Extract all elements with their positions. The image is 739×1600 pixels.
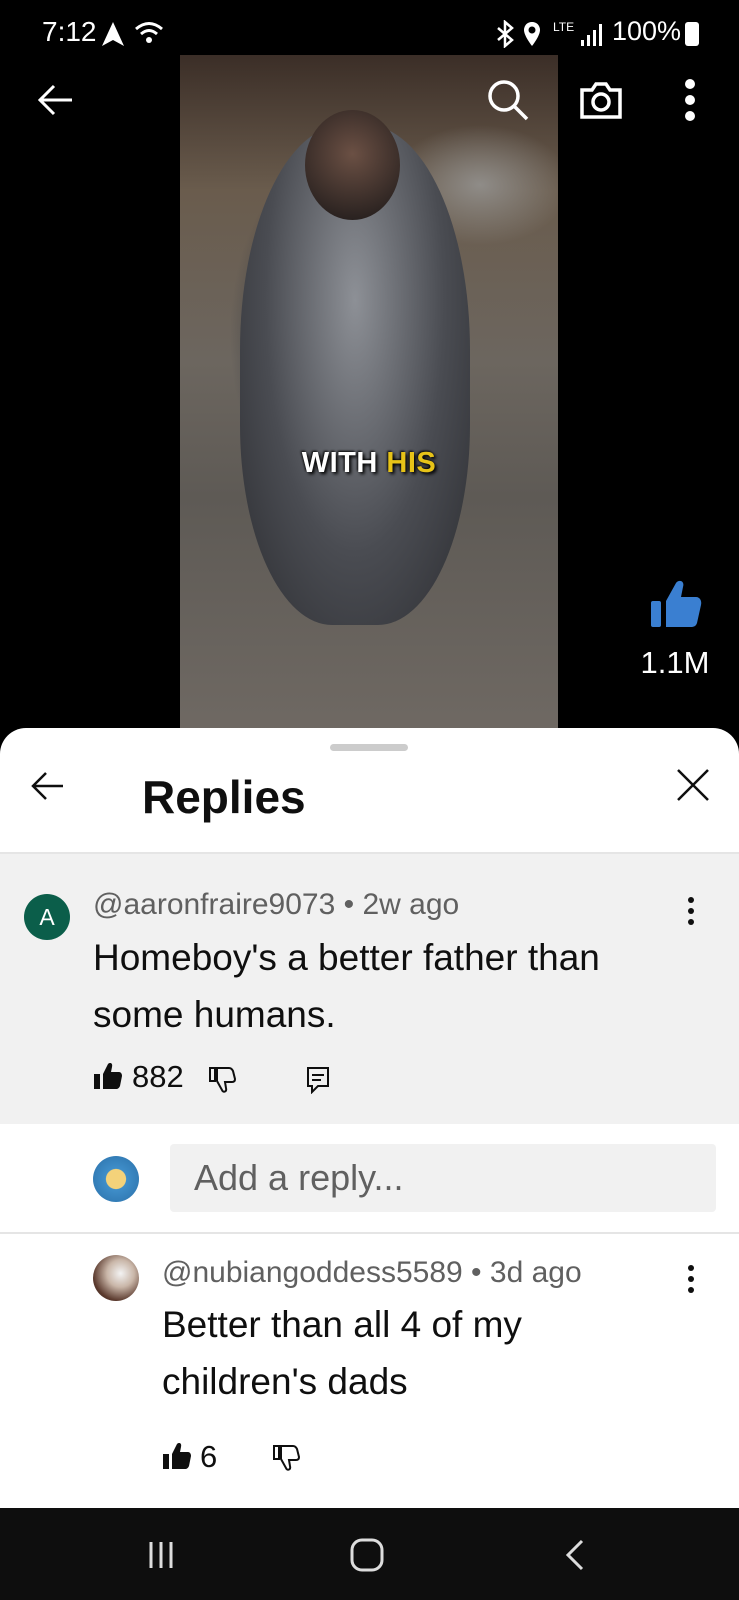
replies-sheet: Replies A @aaronfraire9073 • 2w ago Home… bbox=[0, 728, 739, 1508]
navigation-arrow-icon bbox=[102, 22, 124, 46]
status-bar: 7:12 LTE 100% bbox=[0, 0, 739, 60]
add-reply-input[interactable]: Add a reply... bbox=[170, 1144, 716, 1212]
drag-handle[interactable] bbox=[330, 744, 408, 751]
video-like-count: 1.1M bbox=[640, 645, 710, 680]
back-arrow-icon[interactable] bbox=[30, 768, 66, 804]
back-icon[interactable] bbox=[564, 1538, 586, 1572]
comment-text-line: some humans. bbox=[93, 994, 336, 1035]
like-icon[interactable] bbox=[648, 575, 704, 631]
home-icon[interactable] bbox=[350, 1538, 384, 1572]
search-icon[interactable] bbox=[486, 78, 530, 122]
comment-text: Homeboy's a better father than some huma… bbox=[93, 929, 693, 1043]
dislike-icon[interactable] bbox=[208, 1066, 236, 1094]
wifi-icon bbox=[135, 22, 163, 43]
caption-word: WITH bbox=[301, 447, 378, 479]
bluetooth-icon bbox=[497, 20, 514, 48]
current-user-avatar[interactable] bbox=[93, 1156, 139, 1202]
reply-text-line: children's dads bbox=[162, 1361, 408, 1402]
camera-icon[interactable] bbox=[578, 80, 624, 120]
reply-age: 3d ago bbox=[489, 1256, 582, 1289]
like-count: 6 bbox=[200, 1439, 218, 1474]
meta-separator: • bbox=[343, 888, 363, 921]
reply-text-line: Better than all 4 of my bbox=[162, 1304, 522, 1345]
more-options-icon[interactable] bbox=[686, 896, 696, 926]
like-icon[interactable] bbox=[93, 1062, 123, 1090]
signal-icon bbox=[581, 24, 602, 46]
caption-highlight-word: HIS bbox=[386, 447, 437, 479]
more-options-icon[interactable] bbox=[686, 1264, 696, 1294]
battery-icon bbox=[685, 22, 699, 46]
dislike-icon[interactable] bbox=[272, 1444, 300, 1472]
video-caption: WITH HIS bbox=[180, 447, 558, 480]
system-nav-bar bbox=[0, 1508, 739, 1600]
like-count: 882 bbox=[132, 1059, 184, 1094]
recent-apps-icon[interactable] bbox=[146, 1540, 176, 1570]
comment-text-line: Homeboy's a better father than bbox=[93, 937, 600, 978]
avatar[interactable]: A bbox=[24, 894, 70, 940]
reply-author[interactable]: @nubiangoddess5589 bbox=[162, 1256, 463, 1289]
status-time: 7:12 bbox=[42, 16, 97, 47]
video-frame[interactable]: WITH HIS bbox=[180, 55, 558, 735]
main-comment: A @aaronfraire9073 • 2w ago Homeboy's a … bbox=[0, 854, 739, 1124]
comment-meta: @aaronfraire9073 • 2w ago bbox=[93, 888, 459, 922]
back-arrow-icon[interactable] bbox=[36, 80, 76, 120]
sheet-title: Replies bbox=[142, 771, 306, 823]
more-options-icon[interactable] bbox=[684, 78, 696, 122]
meta-separator: • bbox=[471, 1256, 490, 1289]
divider bbox=[0, 1232, 739, 1234]
comment-author[interactable]: @aaronfraire9073 bbox=[93, 888, 335, 921]
like-icon[interactable] bbox=[162, 1442, 192, 1470]
reply-icon[interactable] bbox=[306, 1066, 330, 1094]
reply-text: Better than all 4 of my children's dads bbox=[162, 1296, 702, 1410]
close-icon[interactable] bbox=[676, 768, 710, 802]
location-icon bbox=[524, 22, 540, 46]
gorilla-head-image bbox=[305, 110, 400, 220]
avatar[interactable] bbox=[93, 1255, 139, 1301]
network-label: LTE bbox=[553, 20, 575, 34]
battery-percent: 100% bbox=[611, 16, 681, 46]
comment-age: 2w ago bbox=[362, 888, 460, 921]
reply-meta: @nubiangoddess5589 • 3d ago bbox=[162, 1256, 582, 1290]
